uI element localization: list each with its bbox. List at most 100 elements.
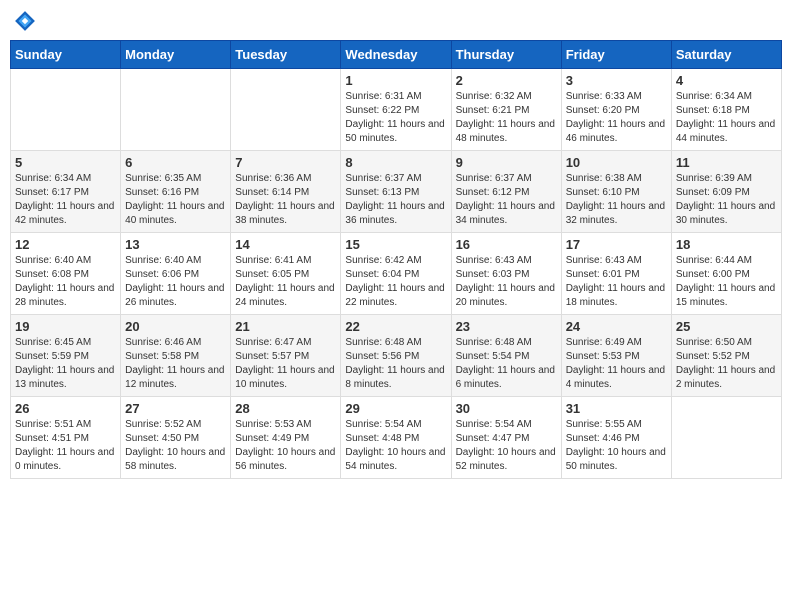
calendar-cell: 2 Sunrise: 6:32 AM Sunset: 6:21 PM Daylig…: [451, 69, 561, 151]
day-number: 8: [345, 155, 446, 170]
calendar-cell: 31Sunrise: 5:55 AM Sunset: 4:46 PM Dayli…: [561, 397, 671, 479]
calendar-cell: [11, 69, 121, 151]
calendar-cell: 3Sunrise: 6:33 AM Sunset: 6:20 PM Daylig…: [561, 69, 671, 151]
day-info: Sunrise: 6:42 AM Sunset: 6:04 PM Dayligh…: [345, 254, 446, 310]
day-number: 29: [345, 401, 446, 416]
day-number: 27: [125, 401, 226, 416]
day-number: 18: [676, 237, 777, 252]
day-number: 10: [566, 155, 667, 170]
day-info: Sunrise: 6:44 AM Sunset: 6:00 PM Dayligh…: [676, 254, 777, 310]
day-number: 12: [15, 237, 116, 252]
calendar-cell: 10Sunrise: 6:38 AM Sunset: 6:10 PM Dayli…: [561, 151, 671, 233]
day-number: 25: [676, 319, 777, 334]
day-info: Sunrise: 6:34 AM Sunset: 6:17 PM Dayligh…: [15, 172, 116, 228]
day-number: 7: [235, 155, 336, 170]
day-header-friday: Friday: [561, 41, 671, 69]
day-info: Sunrise: 6:36 AM Sunset: 6:14 PM Dayligh…: [235, 172, 336, 228]
calendar-cell: 14 Sunrise: 6:41 AM Sunset: 6:05 PM Dayli…: [231, 233, 341, 315]
calendar-cell: [121, 69, 231, 151]
day-info: Sunrise: 6:49 AM Sunset: 5:53 PM Dayligh…: [566, 336, 667, 392]
calendar-cell: 12 Sunrise: 6:40 AM Sunset: 6:08 PM Dayli…: [11, 233, 121, 315]
day-info: Sunrise: 6:48 AM Sunset: 5:54 PM Dayligh…: [456, 336, 557, 392]
day-number: 24: [566, 319, 667, 334]
calendar-week-4: 19Sunrise: 6:45 AM Sunset: 5:59 PM Dayli…: [11, 315, 782, 397]
calendar-cell: [671, 397, 781, 479]
day-info: Sunrise: 6:40 AM Sunset: 6:08 PM Dayligh…: [15, 254, 116, 310]
calendar-cell: 9Sunrise: 6:37 AM Sunset: 6:12 PM Daylig…: [451, 151, 561, 233]
day-number: 23: [456, 319, 557, 334]
day-info: Sunrise: 6:32 AM Sunset: 6:21 PM Dayligh…: [456, 90, 557, 146]
calendar-cell: 25 Sunrise: 6:50 AM Sunset: 5:52 PM Dayli…: [671, 315, 781, 397]
day-info: Sunrise: 6:43 AM Sunset: 6:03 PM Dayligh…: [456, 254, 557, 310]
day-info: Sunrise: 5:53 AM Sunset: 4:49 PM Dayligh…: [235, 418, 336, 474]
day-info: Sunrise: 6:31 AM Sunset: 6:22 PM Dayligh…: [345, 90, 446, 146]
calendar-header-row: SundayMondayTuesdayWednesdayThursdayFrid…: [11, 41, 782, 69]
day-number: 19: [15, 319, 116, 334]
calendar-cell: 6 Sunrise: 6:35 AM Sunset: 6:16 PM Daylig…: [121, 151, 231, 233]
calendar-cell: 26 Sunrise: 5:51 AM Sunset: 4:51 PM Dayli…: [11, 397, 121, 479]
day-info: Sunrise: 6:35 AM Sunset: 6:16 PM Dayligh…: [125, 172, 226, 228]
day-info: Sunrise: 6:50 AM Sunset: 5:52 PM Dayligh…: [676, 336, 777, 392]
day-number: 22: [345, 319, 446, 334]
day-number: 20: [125, 319, 226, 334]
calendar-week-2: 5 Sunrise: 6:34 AM Sunset: 6:17 PM Daylig…: [11, 151, 782, 233]
calendar-cell: 20 Sunrise: 6:46 AM Sunset: 5:58 PM Dayli…: [121, 315, 231, 397]
day-info: Sunrise: 5:51 AM Sunset: 4:51 PM Dayligh…: [15, 418, 116, 474]
day-info: Sunrise: 6:40 AM Sunset: 6:06 PM Dayligh…: [125, 254, 226, 310]
calendar-cell: 16 Sunrise: 6:43 AM Sunset: 6:03 PM Dayli…: [451, 233, 561, 315]
calendar-cell: 27 Sunrise: 5:52 AM Sunset: 4:50 PM Dayli…: [121, 397, 231, 479]
day-number: 16: [456, 237, 557, 252]
day-number: 1: [345, 73, 446, 88]
day-number: 28: [235, 401, 336, 416]
calendar-cell: 29 Sunrise: 5:54 AM Sunset: 4:48 PM Dayli…: [341, 397, 451, 479]
day-info: Sunrise: 6:34 AM Sunset: 6:18 PM Dayligh…: [676, 90, 777, 146]
calendar-cell: 28 Sunrise: 5:53 AM Sunset: 4:49 PM Dayli…: [231, 397, 341, 479]
calendar-cell: 7 Sunrise: 6:36 AM Sunset: 6:14 PM Daylig…: [231, 151, 341, 233]
calendar-cell: 18 Sunrise: 6:44 AM Sunset: 6:00 PM Dayli…: [671, 233, 781, 315]
day-number: 11: [676, 155, 777, 170]
page-header: [10, 10, 782, 32]
calendar-cell: 13 Sunrise: 6:40 AM Sunset: 6:06 PM Dayli…: [121, 233, 231, 315]
day-number: 26: [15, 401, 116, 416]
day-header-tuesday: Tuesday: [231, 41, 341, 69]
day-header-wednesday: Wednesday: [341, 41, 451, 69]
day-info: Sunrise: 6:33 AM Sunset: 6:20 PM Dayligh…: [566, 90, 667, 146]
calendar-cell: 1 Sunrise: 6:31 AM Sunset: 6:22 PM Daylig…: [341, 69, 451, 151]
calendar-cell: 17Sunrise: 6:43 AM Sunset: 6:01 PM Dayli…: [561, 233, 671, 315]
calendar-cell: 21Sunrise: 6:47 AM Sunset: 5:57 PM Dayli…: [231, 315, 341, 397]
day-info: Sunrise: 6:39 AM Sunset: 6:09 PM Dayligh…: [676, 172, 777, 228]
calendar-cell: 22 Sunrise: 6:48 AM Sunset: 5:56 PM Dayli…: [341, 315, 451, 397]
day-header-saturday: Saturday: [671, 41, 781, 69]
day-number: 6: [125, 155, 226, 170]
day-info: Sunrise: 5:54 AM Sunset: 4:47 PM Dayligh…: [456, 418, 557, 474]
calendar-cell: 19Sunrise: 6:45 AM Sunset: 5:59 PM Dayli…: [11, 315, 121, 397]
calendar-cell: 8Sunrise: 6:37 AM Sunset: 6:13 PM Daylig…: [341, 151, 451, 233]
day-info: Sunrise: 6:41 AM Sunset: 6:05 PM Dayligh…: [235, 254, 336, 310]
day-header-monday: Monday: [121, 41, 231, 69]
day-number: 5: [15, 155, 116, 170]
day-number: 14: [235, 237, 336, 252]
day-header-sunday: Sunday: [11, 41, 121, 69]
calendar-week-3: 12 Sunrise: 6:40 AM Sunset: 6:08 PM Dayli…: [11, 233, 782, 315]
day-number: 15: [345, 237, 446, 252]
day-info: Sunrise: 6:48 AM Sunset: 5:56 PM Dayligh…: [345, 336, 446, 392]
calendar-cell: 15 Sunrise: 6:42 AM Sunset: 6:04 PM Dayli…: [341, 233, 451, 315]
day-info: Sunrise: 6:47 AM Sunset: 5:57 PM Dayligh…: [235, 336, 336, 392]
calendar-cell: 23 Sunrise: 6:48 AM Sunset: 5:54 PM Dayli…: [451, 315, 561, 397]
day-number: 31: [566, 401, 667, 416]
day-info: Sunrise: 5:54 AM Sunset: 4:48 PM Dayligh…: [345, 418, 446, 474]
calendar-week-5: 26 Sunrise: 5:51 AM Sunset: 4:51 PM Dayli…: [11, 397, 782, 479]
calendar-week-1: 1 Sunrise: 6:31 AM Sunset: 6:22 PM Daylig…: [11, 69, 782, 151]
day-info: Sunrise: 5:52 AM Sunset: 4:50 PM Dayligh…: [125, 418, 226, 474]
calendar-cell: 30Sunrise: 5:54 AM Sunset: 4:47 PM Dayli…: [451, 397, 561, 479]
calendar-cell: 4 Sunrise: 6:34 AM Sunset: 6:18 PM Daylig…: [671, 69, 781, 151]
day-header-thursday: Thursday: [451, 41, 561, 69]
calendar-cell: [231, 69, 341, 151]
day-number: 4: [676, 73, 777, 88]
day-number: 13: [125, 237, 226, 252]
logo: [14, 10, 40, 32]
day-info: Sunrise: 6:46 AM Sunset: 5:58 PM Dayligh…: [125, 336, 226, 392]
day-number: 2: [456, 73, 557, 88]
calendar-cell: 11 Sunrise: 6:39 AM Sunset: 6:09 PM Dayli…: [671, 151, 781, 233]
day-number: 17: [566, 237, 667, 252]
